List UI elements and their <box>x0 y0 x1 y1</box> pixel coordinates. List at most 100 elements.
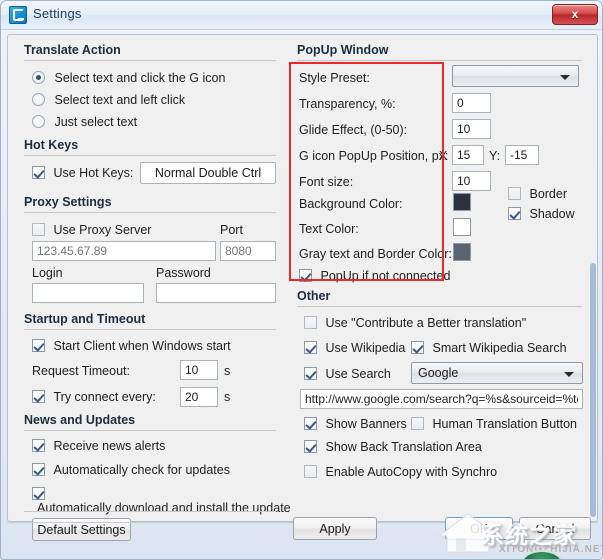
radio-icon <box>32 71 45 84</box>
group-title-popup-window: PopUp Window <box>297 43 389 57</box>
settings-panel: Translate Action Select text and click t… <box>7 34 598 541</box>
checkbox-label: Shadow <box>529 207 575 221</box>
glide-effect-input[interactable] <box>452 119 491 139</box>
watermark-green-badge <box>521 550 563 559</box>
checkbox-icon <box>304 440 317 453</box>
divider <box>24 155 276 156</box>
checkbox-icon <box>32 439 45 452</box>
group-other: Other <box>297 289 582 307</box>
checkbox-label: Use "Contribute a Better translation" <box>325 316 527 330</box>
ok-button[interactable]: OK <box>445 517 513 540</box>
checkbox-smart-wikipedia-search[interactable]: Smart Wikipedia Search <box>411 341 567 355</box>
search-engine-dropdown[interactable]: Google <box>411 362 583 384</box>
checkbox-icon <box>411 417 424 430</box>
radio-icon <box>32 93 45 106</box>
cancel-button[interactable]: Cancel <box>519 517 591 540</box>
checkbox-start-client-with-windows[interactable]: Start Client when Windows start <box>32 339 231 353</box>
window-title: Settings <box>33 6 82 21</box>
app-g-icon <box>9 6 27 24</box>
checkbox-label: Use Hot Keys: <box>53 166 134 180</box>
checkbox-label: Try connect every: <box>53 390 156 404</box>
search-url-input[interactable] <box>300 389 583 409</box>
checkbox-border[interactable]: Border <box>508 187 567 201</box>
transparency-input[interactable] <box>452 93 491 113</box>
group-translate-action: Translate Action <box>24 43 276 61</box>
checkbox-shadow[interactable]: Shadow <box>508 207 575 221</box>
checkbox-try-connect-every[interactable]: Try connect every: <box>32 390 156 404</box>
checkbox-human-translation-button[interactable]: Human Translation Button <box>411 417 577 431</box>
radio-select-and-click-g-icon[interactable]: Select text and click the G icon <box>32 71 225 85</box>
left-column: Translate Action Select text and click t… <box>8 35 293 541</box>
position-y-input[interactable] <box>505 145 539 165</box>
checkbox-label: Human Translation Button <box>432 417 578 431</box>
font-size-input[interactable] <box>452 171 491 191</box>
apply-button[interactable]: Apply <box>293 517 377 540</box>
checkbox-enable-autocopy-synchro[interactable]: Enable AutoCopy with Synchro <box>304 465 497 479</box>
position-y-label: Y: <box>489 149 501 163</box>
proxy-login-input[interactable] <box>32 283 144 303</box>
divider <box>24 511 276 512</box>
style-preset-dropdown[interactable] <box>452 65 579 87</box>
group-title-other: Other <box>297 289 331 303</box>
checkbox-use-search[interactable]: Use Search <box>304 367 391 381</box>
hotkey-combination-button[interactable]: Normal Double Ctrl <box>140 162 276 184</box>
close-button[interactable]: x <box>552 4 598 25</box>
checkbox-auto-check-updates[interactable]: Automatically check for updates <box>32 463 230 477</box>
checkbox-label: Use Wikipedia <box>325 341 406 355</box>
background-color-swatch[interactable] <box>453 193 471 211</box>
radio-icon <box>32 115 45 128</box>
group-hot-keys: Hot Keys <box>24 138 276 156</box>
checkbox-popup-if-not-connected[interactable]: PopUp if not connected <box>299 269 450 283</box>
checkbox-show-banners[interactable]: Show Banners <box>304 417 407 431</box>
checkbox-icon <box>299 269 312 282</box>
group-proxy-settings: Proxy Settings <box>24 195 276 213</box>
checkbox-icon <box>508 207 521 220</box>
checkbox-label: Use Search <box>325 367 391 381</box>
chevron-down-icon <box>560 75 570 80</box>
radio-label: Select text and left click <box>54 93 186 107</box>
divider <box>24 329 276 330</box>
proxy-port-input[interactable] <box>220 241 276 261</box>
proxy-password-label: Password <box>156 266 211 280</box>
checkbox-use-wikipedia[interactable]: Use Wikipedia <box>304 341 405 355</box>
chevron-down-icon <box>564 372 574 377</box>
font-size-label: Font size: <box>299 175 354 189</box>
divider <box>24 60 276 61</box>
radio-select-and-left-click[interactable]: Select text and left click <box>32 93 185 107</box>
group-news-and-updates: News and Updates <box>24 413 276 431</box>
checkbox-icon <box>508 187 521 200</box>
group-title-translate-action: Translate Action <box>24 43 121 57</box>
checkbox-use-proxy-server[interactable]: Use Proxy Server <box>32 223 151 237</box>
group-popup-window: PopUp Window <box>297 43 582 61</box>
text-color-label: Text Color: <box>299 222 359 236</box>
checkbox-icon <box>304 316 317 329</box>
checkbox-label: Show Banners <box>325 417 407 431</box>
position-x-input[interactable] <box>452 145 484 165</box>
text-color-swatch[interactable] <box>453 218 471 236</box>
proxy-password-input[interactable] <box>156 283 276 303</box>
transparency-label: Transparency, %: <box>299 97 396 111</box>
try-connect-interval-input[interactable] <box>180 387 218 407</box>
request-timeout-input[interactable] <box>180 360 218 380</box>
checkbox-icon <box>304 417 317 430</box>
checkbox-icon <box>411 341 424 354</box>
divider <box>24 212 276 213</box>
glide-effect-label: Glide Effect, (0-50): <box>299 123 408 137</box>
radio-just-select-text[interactable]: Just select text <box>32 115 137 129</box>
radio-label: Just select text <box>54 115 138 129</box>
gray-text-border-color-swatch[interactable] <box>453 243 471 261</box>
style-preset-label: Style Preset: <box>299 71 370 85</box>
checkbox-label: Show Back Translation Area <box>325 440 482 454</box>
proxy-host-input[interactable] <box>32 241 216 261</box>
right-column: PopUp Window Style Preset: Transparency,… <box>293 35 593 521</box>
checkbox-contribute-better-translation[interactable]: Use "Contribute a Better translation" <box>304 316 526 330</box>
position-x-label: X <box>439 149 448 163</box>
try-connect-unit: s <box>224 390 231 404</box>
checkbox-receive-news-alerts[interactable]: Receive news alerts <box>32 439 165 453</box>
checkbox-icon <box>304 341 317 354</box>
checkbox-label: Start Client when Windows start <box>53 339 231 353</box>
request-timeout-label: Request Timeout: <box>32 364 130 378</box>
checkbox-label: Border <box>529 187 568 201</box>
checkbox-show-back-translation-area[interactable]: Show Back Translation Area <box>304 440 482 454</box>
checkbox-use-hot-keys[interactable]: Use Hot Keys: <box>32 166 133 180</box>
